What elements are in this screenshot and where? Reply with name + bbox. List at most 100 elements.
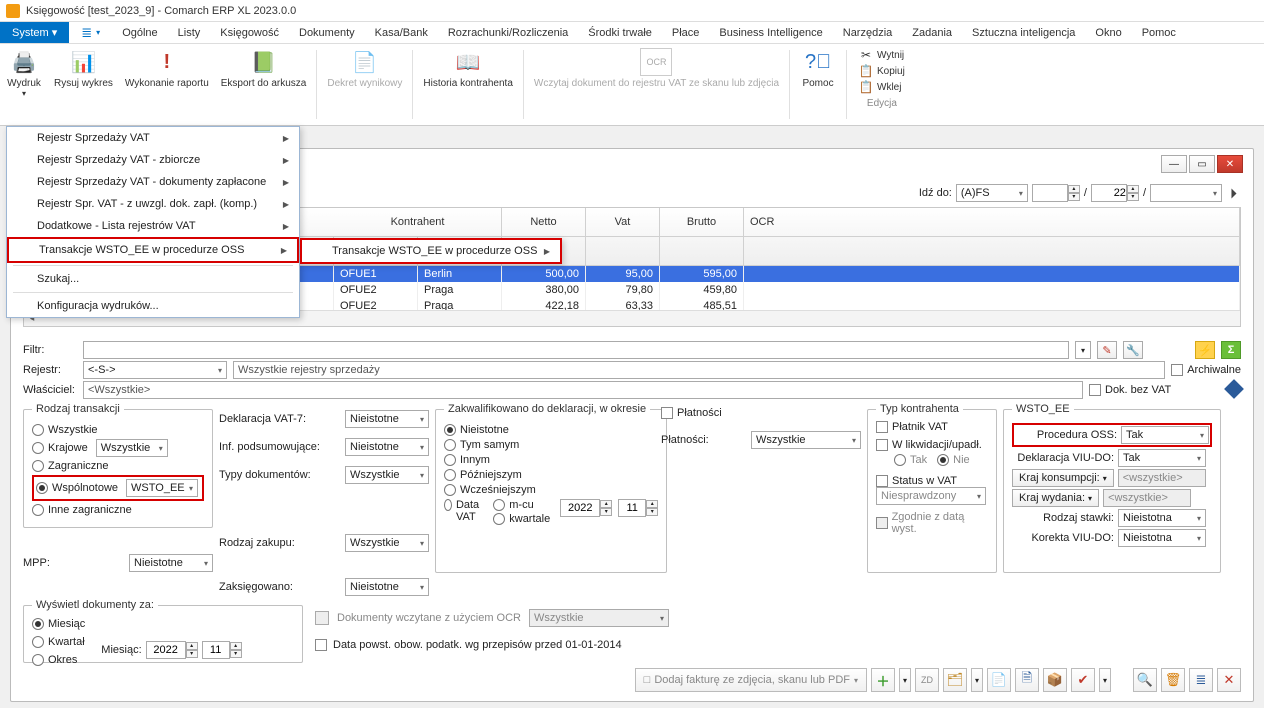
ribbon-kopiuj[interactable]: 📋Kopiuj	[859, 64, 905, 78]
zakw-mies[interactable]	[618, 499, 646, 517]
tool4-button[interactable]: 📦	[1043, 668, 1067, 692]
radio-nieistotne[interactable]: Nieistotne	[444, 424, 658, 436]
system-menu[interactable]: System ▾	[0, 22, 69, 43]
menu-ksiegowosc[interactable]: Księgowość	[210, 24, 289, 42]
dd-rejestr-sprz[interactable]: Rejestr Sprzedaży VAT▶	[7, 127, 299, 149]
tool5-dropdown[interactable]: ▾	[1099, 668, 1111, 692]
tool3-button[interactable]: 🗎	[1015, 668, 1039, 692]
col-brutto[interactable]: Brutto	[660, 208, 744, 236]
filter-lightning-button[interactable]: ⚡	[1195, 341, 1215, 359]
ribbon-pomoc[interactable]: ?⃝ Pomoc	[794, 44, 842, 125]
add-button[interactable]: ＋	[871, 668, 895, 692]
status-vat-checkbox[interactable]: Status w VAT	[876, 475, 988, 487]
deklaracja-viudo-select[interactable]: Tak▾	[1118, 449, 1206, 467]
menu-bi[interactable]: Business Intelligence	[709, 24, 832, 42]
wlikw-checkbox[interactable]: W likwidacji/upadł.	[876, 439, 988, 451]
korekta-viudo-select[interactable]: Nieistotna▾	[1118, 529, 1206, 547]
tool5-button[interactable]: ✔	[1071, 668, 1095, 692]
krajowe-select[interactable]: Wszystkie▾	[96, 439, 168, 457]
dd-rejestr-komp[interactable]: Rejestr Spr. VAT - z uwzgl. dok. zapł. (…	[7, 193, 299, 215]
wydruk-submenu[interactable]: Transakcje WSTO_EE w procedurze OSS▶	[300, 238, 562, 264]
menu-place[interactable]: Płace	[662, 24, 710, 42]
menu-sztuczna[interactable]: Sztuczna inteligencja	[962, 24, 1085, 42]
zd-button[interactable]: ZD	[915, 668, 939, 692]
dd-dodatkowe[interactable]: Dodatkowe - Lista rejestrów VAT▶	[7, 215, 299, 237]
ribbon-wytnij[interactable]: ✂Wytnij	[859, 48, 905, 62]
dokbezvat-checkbox[interactable]: Dok. bez VAT	[1089, 384, 1171, 396]
dd-szukaj[interactable]: Szukaj...	[7, 268, 299, 290]
dodaj-fakture-button[interactable]: □Dodaj fakturę ze zdjęcia, skanu lub PDF…	[635, 668, 867, 692]
search-button[interactable]: 🔍	[1133, 668, 1157, 692]
radio-datavat[interactable]: Data VAT m-cu kwartale ▴▾ ▴▾	[444, 499, 658, 525]
radio-wspolnotowe[interactable]: Wspólnotowe WSTO_EE▾	[32, 475, 204, 501]
zakw-rok[interactable]	[560, 499, 600, 517]
rodzaj-zakupu-select[interactable]: Wszystkie▾	[345, 534, 429, 552]
delete-button[interactable]: 🗑	[1161, 668, 1185, 692]
rejestr-select[interactable]: <-S->▾	[83, 361, 227, 379]
list-icon[interactable]: ≣	[81, 25, 92, 41]
dekl-inf-select[interactable]: Nieistotne▾	[345, 438, 429, 456]
dd-konfiguracja[interactable]: Konfiguracja wydruków...	[7, 295, 299, 317]
docza-rok[interactable]	[146, 641, 186, 659]
rodzaj-stawki-select[interactable]: Nieistotna▾	[1118, 509, 1206, 527]
menu-kasabank[interactable]: Kasa/Bank	[365, 24, 438, 42]
goto-num[interactable]: ▴▾	[1091, 184, 1139, 202]
kraj-wydania-button[interactable]: Kraj wydania:▾	[1012, 489, 1099, 507]
ribbon-wydruk[interactable]: 🖨️ Wydruk▾	[0, 44, 48, 125]
radio-wszystkie[interactable]: Wszystkie	[32, 424, 204, 436]
radio-tymsamym[interactable]: Tym samym	[444, 439, 658, 451]
platnosci-select[interactable]: Wszystkie▾	[751, 431, 861, 449]
dd-rejestr-zapl[interactable]: Rejestr Sprzedaży VAT - dokumenty zapłac…	[7, 171, 299, 193]
goto-select2[interactable]: ▾	[1150, 184, 1222, 202]
minimize-button[interactable]: —	[1161, 155, 1187, 173]
close-list-button[interactable]: ✕	[1217, 668, 1241, 692]
goto-spinner1[interactable]: ▴▾	[1032, 184, 1080, 202]
datapow-checkbox[interactable]	[315, 639, 327, 651]
status-vat-select[interactable]: Niesprawdzony▾	[876, 487, 986, 505]
close-button[interactable]: ✕	[1217, 155, 1243, 173]
radio-inne-zagr[interactable]: Inne zagraniczne	[32, 504, 204, 516]
docza-mies[interactable]	[202, 641, 230, 659]
col-ocr[interactable]: OCR	[744, 208, 1240, 236]
filter-input[interactable]	[83, 341, 1069, 359]
radio-kwartal[interactable]: Kwartał	[32, 636, 85, 648]
wydruk-dropdown[interactable]: Rejestr Sprzedaży VAT▶ Rejestr Sprzedaży…	[6, 126, 300, 318]
radio-pozniejszym[interactable]: Późniejszym	[444, 469, 658, 481]
wspolnotowe-select[interactable]: WSTO_EE▾	[126, 479, 198, 497]
radio-innym[interactable]: Innym	[444, 454, 658, 466]
ribbon-historia[interactable]: 📖 Historia kontrahenta	[417, 44, 519, 125]
tool2-button[interactable]: 📄	[987, 668, 1011, 692]
kraj-wydania-select[interactable]: <wszystkie>	[1103, 489, 1191, 507]
add-dropdown[interactable]: ▾	[899, 668, 911, 692]
dekl-vat7-select[interactable]: Nieistotne▾	[345, 410, 429, 428]
ribbon-wklej[interactable]: 📋Wklej	[859, 80, 905, 94]
maximize-button[interactable]: ▭	[1189, 155, 1215, 173]
radio-miesiac[interactable]: Miesiąc	[32, 618, 85, 630]
kraj-konsumpcji-select[interactable]: <wszystkie>	[1118, 469, 1206, 487]
radio-wczesniejszym[interactable]: Wcześniejszym	[444, 484, 658, 496]
dd-rejestr-zbiorcze[interactable]: Rejestr Sprzedaży VAT - zbiorcze▶	[7, 149, 299, 171]
kraj-konsumpcji-button[interactable]: Kraj konsumpcji:▾	[1012, 469, 1114, 487]
goto-next-icon[interactable]: ⏵	[1226, 185, 1241, 202]
filter-sigma-button[interactable]: Σ	[1221, 341, 1241, 359]
wlasciciel-input[interactable]: <Wszystkie>	[83, 381, 1083, 399]
menu-rozrachunki[interactable]: Rozrachunki/Rozliczenia	[438, 24, 578, 42]
radio-zagraniczne[interactable]: Zagraniczne	[32, 460, 204, 472]
radio-krajowe[interactable]: Krajowe Wszystkie▾	[32, 439, 204, 457]
menu-ogolne[interactable]: Ogólne	[112, 24, 167, 42]
menu-zadania[interactable]: Zadania	[902, 24, 962, 42]
menu-narzedzia[interactable]: Narzędzia	[833, 24, 903, 42]
menu-dokumenty[interactable]: Dokumenty	[289, 24, 365, 42]
dekl-typy-select[interactable]: Wszystkie▾	[345, 466, 429, 484]
filter-tool-button[interactable]: 🔧	[1123, 341, 1143, 359]
platnosci-checkbox[interactable]: Płatności	[661, 407, 861, 419]
menu-listy[interactable]: Listy	[168, 24, 211, 42]
ribbon-wykonanie[interactable]: ! Wykonanie raportu	[119, 44, 215, 125]
filter-dropdown[interactable]: ▾	[1075, 341, 1091, 359]
mpp-select[interactable]: Nieistotne▾	[129, 554, 213, 572]
menu-srodki[interactable]: Środki trwałe	[578, 24, 662, 42]
dropdown-icon[interactable]: ▾	[96, 28, 100, 37]
datapow-row[interactable]: Data powst. obow. podatk. wg przepisów p…	[315, 639, 622, 651]
tool1-dropdown[interactable]: ▾	[971, 668, 983, 692]
menu-okno[interactable]: Okno	[1085, 24, 1131, 42]
